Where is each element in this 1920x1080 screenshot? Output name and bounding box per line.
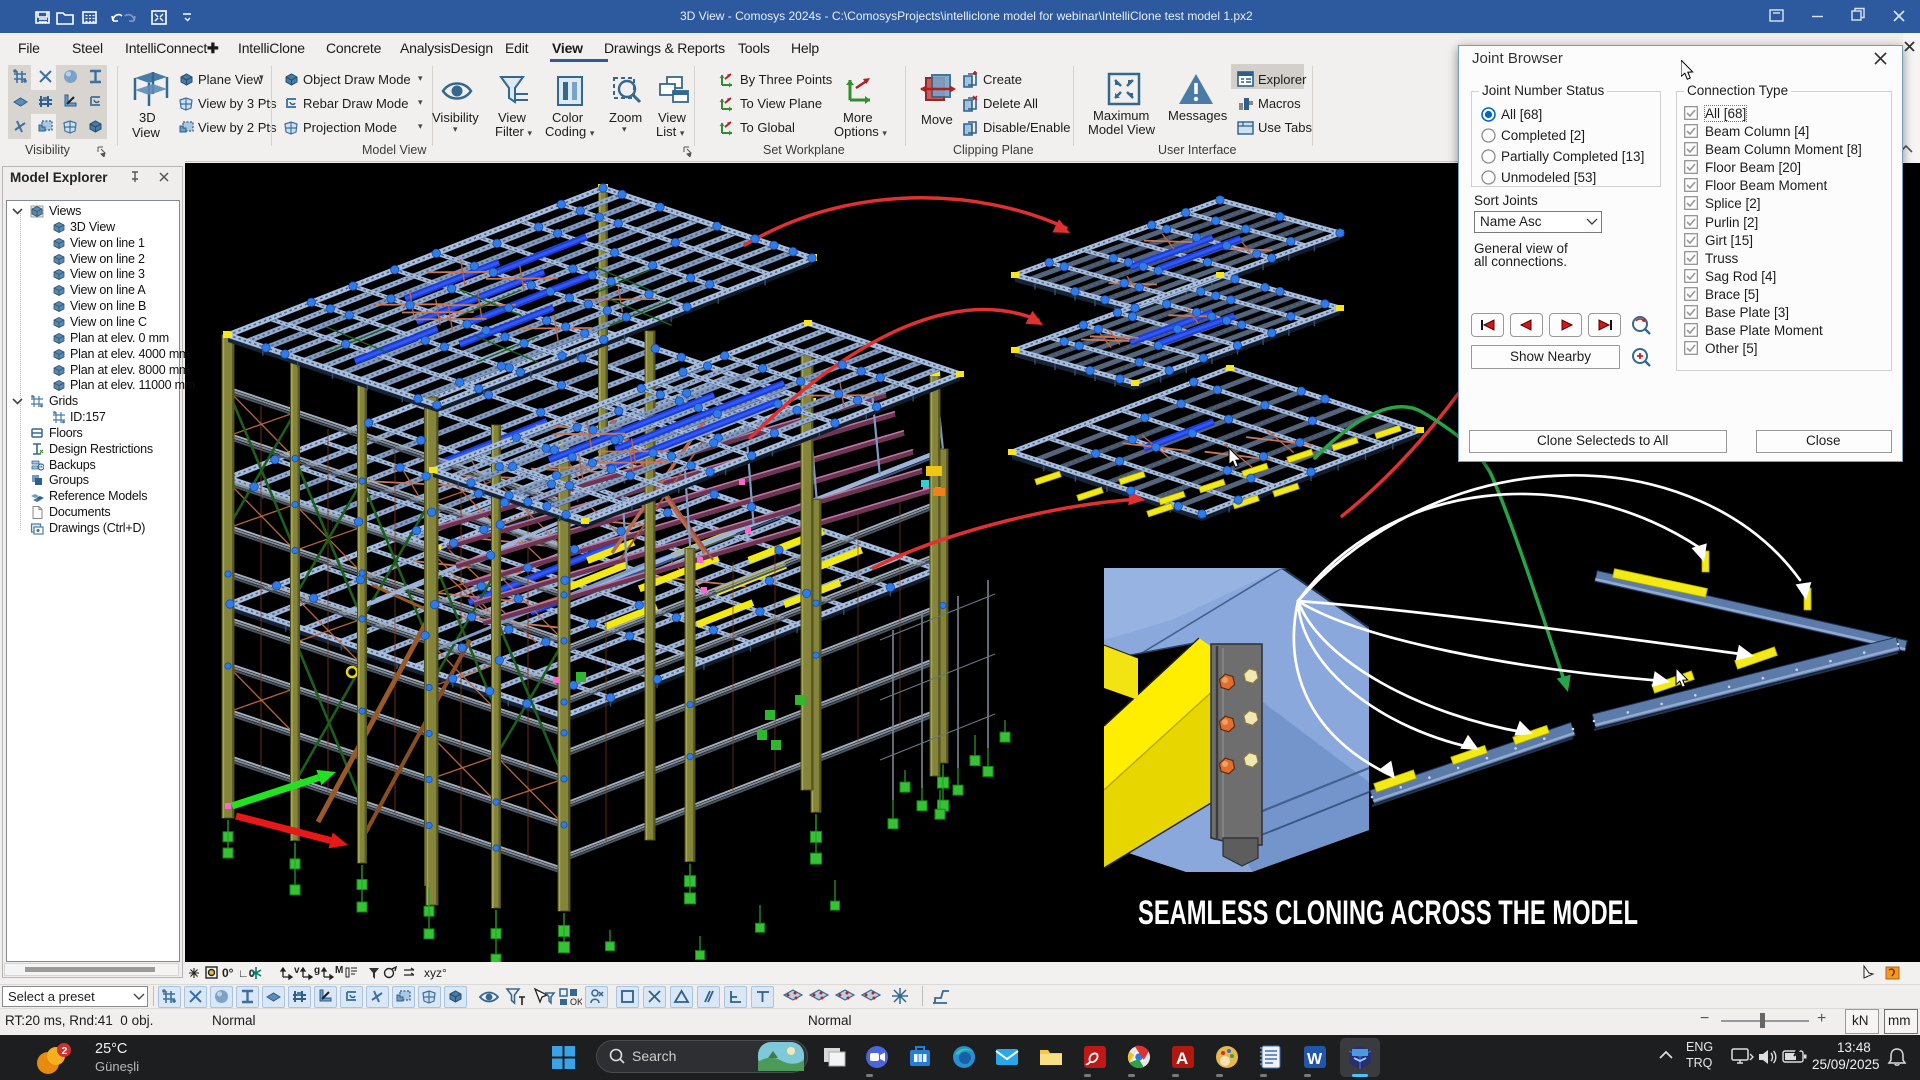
svg-text:v: v bbox=[294, 965, 300, 976]
svg-text:0°: 0° bbox=[222, 966, 234, 980]
svg-text:2: 2 bbox=[62, 1045, 68, 1057]
svg-text:A: A bbox=[1176, 1049, 1188, 1068]
svg-text:OK: OK bbox=[570, 997, 582, 1007]
svg-text:g: g bbox=[314, 965, 320, 976]
svg-text:W: W bbox=[1307, 1051, 1323, 1068]
svg-text:SEAMLESS CLONING ACROSS THE MO: SEAMLESS CLONING ACROSS THE MODEL bbox=[1138, 894, 1638, 932]
svg-text:xyz°: xyz° bbox=[424, 966, 447, 980]
svg-text:∟0: ∟0 bbox=[238, 968, 255, 980]
svg-text:M: M bbox=[335, 965, 343, 976]
